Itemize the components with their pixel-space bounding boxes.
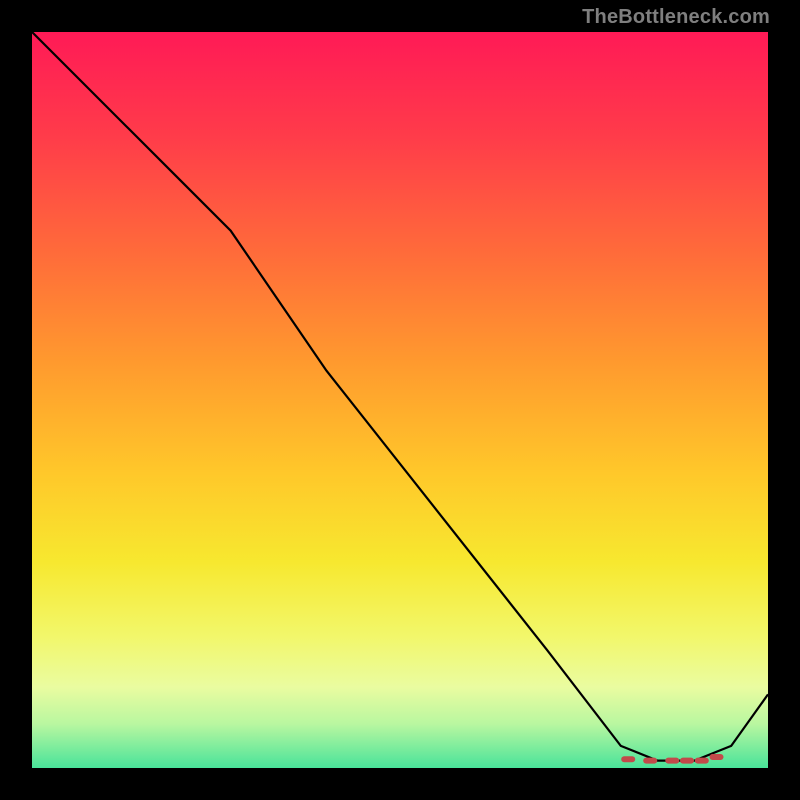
chart-frame: TheBottleneck.com [0, 0, 800, 800]
watermark-label: TheBottleneck.com [582, 6, 770, 29]
optimal-marker [710, 754, 724, 760]
optimal-marker [621, 756, 635, 762]
chart-svg [32, 32, 768, 768]
optimal-marker [680, 758, 694, 764]
optimal-marker [665, 758, 679, 764]
plot-area [32, 32, 768, 768]
optimal-marker [643, 758, 657, 764]
bottleneck-curve [32, 32, 768, 761]
optimal-marker [695, 758, 709, 764]
